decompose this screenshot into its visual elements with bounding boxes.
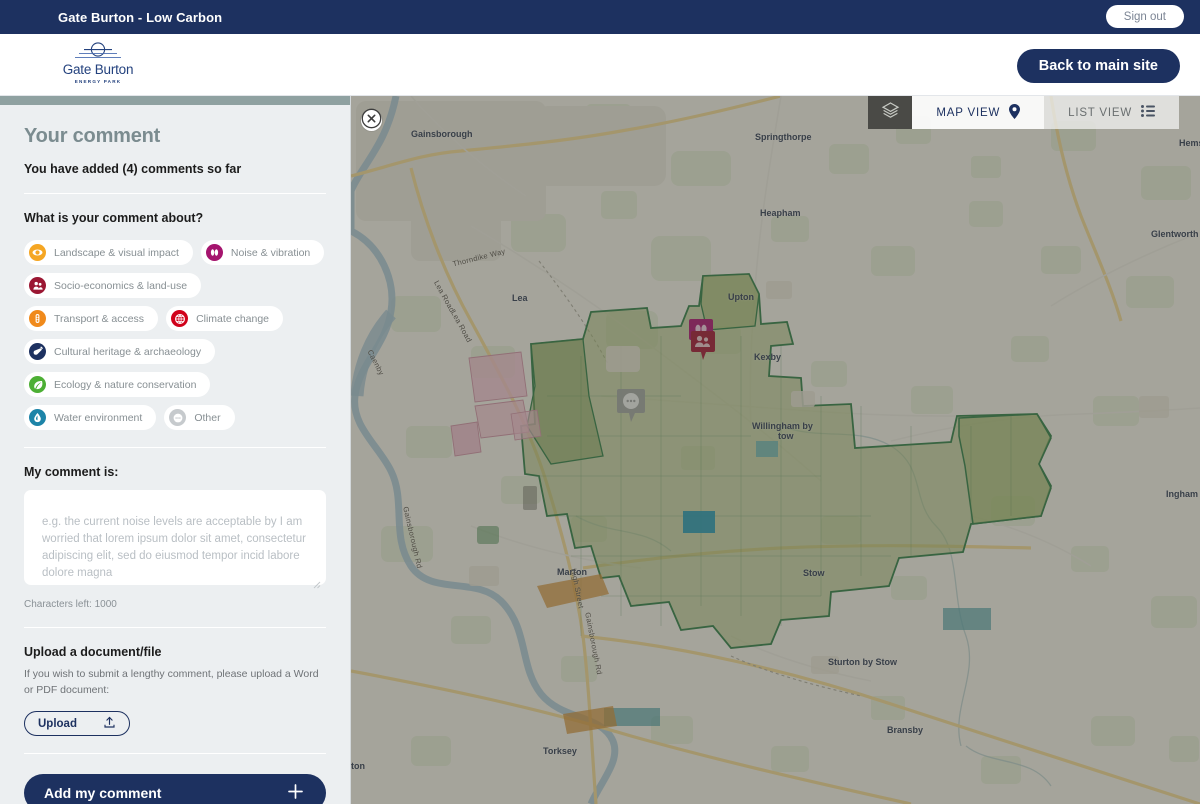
panel-top-strip [0,96,350,105]
traffic-light-icon [29,310,46,327]
globe-icon [171,310,189,327]
map-label-bransby: Bransby [887,725,924,735]
brand-header: Gate Burton ENERGY PARK Back to main sit… [0,34,1200,96]
close-panel-button[interactable] [361,108,382,134]
map-canvas[interactable] [351,96,1200,804]
topic-chip-ecology-nature-conservation[interactable]: Ecology & nature conservation [24,372,211,397]
map-label-sturton-by-stow: Sturton by Stow [828,657,897,667]
leaf-icon [29,376,46,393]
map-layers-button[interactable] [868,96,913,129]
upload-section-description: If you wish to submit a lengthy comment,… [24,668,319,696]
characters-left-text: Characters left: 1000 [24,599,117,610]
topic-chip-cultural-heritage-archaeology[interactable]: Cultural heritage & archaeology [24,339,216,364]
ear-icon [205,244,223,261]
map-label-willingham: Willingham by [752,421,813,431]
app-root: Gate Burton - Low Carbon Sign out Gate B… [0,0,1200,804]
admin-bar: Gate Burton - Low Carbon Sign out [0,0,1200,34]
map-label-hemswell: Hemswell [1179,138,1200,148]
comment-field-label: My comment is: [24,465,119,479]
upload-button[interactable]: Upload [24,711,130,736]
water-drop-icon [29,409,46,426]
map-label-kexby: Kexby [754,352,782,362]
layers-icon [881,101,900,125]
map-label-glentworth: Glentworth [1151,229,1199,239]
tab-map-view[interactable]: MAP VIEW [912,96,1045,129]
map-pin-icon [1009,103,1021,122]
topic-chip-label: Socio-economics & land-use [54,279,188,292]
map-container[interactable]: Gainsborough Springthorpe Hemswell Heaph… [351,96,1200,804]
people-icon [29,277,46,294]
sun-horizon-icon [58,39,138,61]
panel-title: Your comment [24,125,161,147]
view-toggle: MAP VIEW LIST VIEW [868,96,1179,129]
map-label-torksey: Torksey [543,746,577,756]
map-marker-socio-economics[interactable] [690,330,716,361]
comment-panel[interactable]: Your comment You have added (4) comments… [0,96,351,804]
map-label-springthorpe: Springthorpe [755,132,812,142]
list-icon [1141,105,1155,120]
topic-chip-climate-change[interactable]: Climate change [166,306,284,331]
logo-tagline: ENERGY PARK [74,79,122,84]
divider [24,447,326,448]
map-label-stow: Stow [803,568,825,578]
topic-chip-noise-vibration[interactable]: Noise & vibration [200,240,325,265]
topic-chip-other[interactable]: Other [164,405,235,430]
divider [24,753,326,754]
close-circle-icon [361,108,382,134]
divider [24,627,326,628]
topic-chip-transport-access[interactable]: Transport & access [24,306,159,331]
admin-bar-title: Gate Burton - Low Carbon [58,9,223,25]
map-label-ton: ton [351,761,365,771]
topic-chip-water-environment[interactable]: Water environment [24,405,157,430]
map-label-willingham-2: tow [778,431,794,441]
tab-list-view[interactable]: LIST VIEW [1044,96,1179,129]
map-label-ingham: Ingham [1166,489,1199,499]
view-tab-label: LIST VIEW [1068,106,1132,119]
topic-chip-list: Landscape & visual impact Noise & vibrat… [24,240,326,430]
site-logo[interactable]: Gate Burton ENERGY PARK [58,39,138,84]
map-marker-other[interactable] [616,388,645,423]
topic-chip-label: Other [194,411,221,424]
topic-chip-label: Landscape & visual impact [54,246,179,259]
topic-chip-label: Climate change [196,312,270,325]
map-label-heapham: Heapham [760,208,801,218]
map-label-lea: Lea [512,293,528,303]
back-to-main-site-button[interactable]: Back to main site [1016,49,1180,83]
upload-section-title: Upload a document/file [24,645,162,659]
topic-chip-landscape-visual-impact[interactable]: Landscape & visual impact [24,240,193,265]
sign-out-button[interactable]: Sign out [1105,5,1184,28]
topic-question-label: What is your comment about? [24,211,204,225]
map-label-gainsborough: Gainsborough [411,129,473,139]
divider [24,193,326,194]
comment-count-text: You have added (4) comments so far [24,162,242,176]
view-tab-label: MAP VIEW [936,106,1001,119]
topic-chip-label: Transport & access [54,312,145,325]
logo-wordmark: Gate Burton [62,62,134,77]
topic-chip-socio-economics-land-use[interactable]: Socio-economics & land-use [24,273,202,298]
topic-chip-label: Cultural heritage & archaeology [54,345,202,358]
plus-icon [287,783,304,803]
map-label-upton: Upton [728,292,754,302]
topic-chip-label: Water environment [54,411,143,424]
topic-chip-label: Noise & vibration [230,246,311,259]
add-comment-button[interactable]: Add my comment [24,774,326,804]
upload-arrow-icon [103,716,116,732]
comment-input[interactable] [24,490,326,585]
topic-chip-label: Ecology & nature conservation [54,378,197,391]
eye-icon [29,244,46,261]
ellipsis-icon [169,409,187,426]
add-comment-label: Add my comment [44,785,162,801]
trowel-icon [29,343,46,360]
upload-button-label: Upload [38,717,77,730]
